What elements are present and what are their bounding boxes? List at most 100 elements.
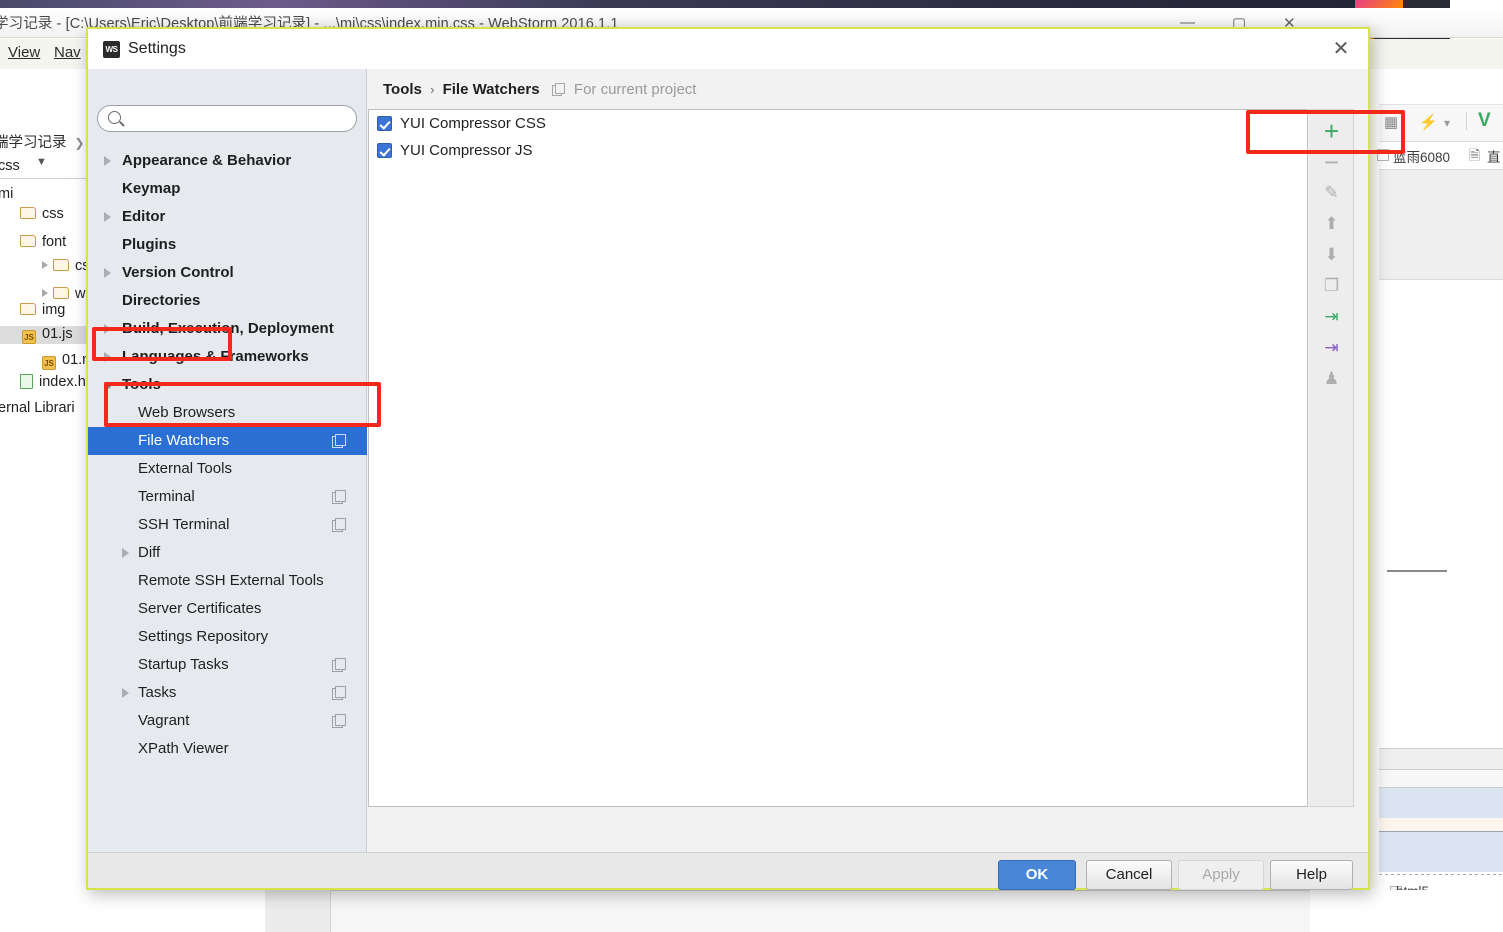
folder-icon bbox=[20, 207, 36, 219]
settings-main-pane: Tools › File Watchers For current projec… bbox=[368, 69, 1368, 852]
settings-tree-item-directories[interactable]: Directories bbox=[88, 287, 367, 315]
settings-sidebar: Appearance & Behavior Keymap Editor Plugins… bbox=[88, 69, 367, 852]
project-tree-item-label: index.ht bbox=[39, 374, 90, 390]
settings-tree-item-label: Web Browsers bbox=[138, 404, 236, 421]
project-scope-icon bbox=[332, 518, 346, 532]
project-tree-item[interactable]: JS 01.js bbox=[0, 326, 86, 344]
cancel-button[interactable]: Cancel bbox=[1086, 860, 1172, 890]
settings-category-tree[interactable]: Appearance & Behavior Keymap Editor Plugins… bbox=[88, 147, 367, 763]
toolbar-divider bbox=[1466, 112, 1467, 130]
grid-icon[interactable]: ▦ bbox=[1384, 113, 1398, 131]
settings-tree-item-appearance-behavior[interactable]: Appearance & Behavior bbox=[88, 147, 367, 175]
close-icon[interactable]: ✕ bbox=[1328, 37, 1354, 63]
settings-tree-item-languages-frameworks[interactable]: Languages & Frameworks bbox=[88, 343, 367, 371]
settings-dialog-title: Settings bbox=[128, 40, 186, 57]
settings-tree-item-diff[interactable]: Diff bbox=[88, 539, 367, 567]
apply-button: Apply bbox=[1178, 860, 1264, 890]
folder-icon bbox=[20, 303, 36, 315]
bolt-icon[interactable]: ⚡ bbox=[1419, 113, 1438, 131]
project-tree-item[interactable]: mi bbox=[0, 186, 13, 202]
chevron-right-icon: ❯ bbox=[74, 136, 85, 150]
settings-tree-item-label: Settings Repository bbox=[138, 628, 269, 645]
project-tree-item[interactable]: ernal Librari bbox=[0, 400, 75, 416]
share-button: ♟ bbox=[1323, 369, 1340, 388]
settings-tree-item-xpath-viewer[interactable]: XPath Viewer bbox=[88, 735, 367, 763]
watcher-enabled-checkbox[interactable] bbox=[377, 143, 392, 158]
settings-dialog-titlebar: WS Settings ✕ bbox=[88, 29, 1368, 69]
settings-tree-item-startup-tasks[interactable]: Startup Tasks bbox=[88, 651, 367, 679]
breadcrumb-leaf: File Watchers bbox=[442, 81, 540, 98]
watcher-enabled-checkbox[interactable] bbox=[377, 116, 392, 131]
right-row-d bbox=[1379, 818, 1503, 832]
menu-item-navigate[interactable]: Nav bbox=[54, 44, 81, 61]
file-watcher-row[interactable]: YUI Compressor CSS bbox=[369, 110, 1307, 137]
search-input[interactable] bbox=[128, 110, 348, 129]
settings-tree-item-label: Appearance & Behavior bbox=[122, 152, 292, 169]
settings-tree-item-build-execution-deployment[interactable]: Build, Execution, Deployment bbox=[88, 315, 367, 343]
chevron-right-icon[interactable] bbox=[122, 548, 129, 558]
remove-watcher-button: − bbox=[1323, 147, 1340, 177]
settings-tree-item-ssh-terminal[interactable]: SSH Terminal bbox=[88, 511, 367, 539]
edit-watcher-button: ✎ bbox=[1324, 183, 1339, 202]
chevron-right-icon[interactable] bbox=[104, 156, 111, 166]
folder-icon bbox=[53, 259, 69, 271]
chevron-right-icon[interactable] bbox=[122, 688, 129, 698]
chevron-right-icon[interactable] bbox=[42, 261, 48, 269]
project-scope-icon bbox=[332, 686, 346, 700]
settings-tree-item-label: Version Control bbox=[122, 264, 234, 281]
ide-bottom-panel bbox=[265, 890, 1310, 932]
project-tree-item-label: font bbox=[42, 234, 67, 250]
folder-icon bbox=[53, 287, 69, 299]
add-watcher-button[interactable]: + bbox=[1309, 116, 1354, 146]
settings-tree-item-version-control[interactable]: Version Control bbox=[88, 259, 367, 287]
project-tree-item[interactable]: font bbox=[20, 234, 66, 250]
settings-tree-item-web-browsers[interactable]: Web Browsers bbox=[88, 399, 367, 427]
project-tree-item-label: 01.js bbox=[42, 326, 73, 342]
chevron-down-icon[interactable]: ▼ bbox=[36, 156, 47, 168]
import-button[interactable]: ⇥ bbox=[1309, 302, 1354, 332]
project-tree-item-label: img bbox=[42, 302, 66, 318]
js-file-icon: JS bbox=[42, 356, 56, 370]
settings-tree-item-file-watchers[interactable]: File Watchers bbox=[88, 427, 367, 455]
settings-tree-item-server-certificates[interactable]: Server Certificates bbox=[88, 595, 367, 623]
project-tree-item[interactable]: img bbox=[20, 302, 65, 318]
chevron-right-icon[interactable] bbox=[104, 212, 111, 222]
menu-item-view[interactable]: View bbox=[8, 44, 40, 61]
breadcrumb-root: Tools bbox=[383, 81, 422, 98]
settings-breadcrumb: Tools › File Watchers For current projec… bbox=[383, 81, 696, 98]
move-up-button: ⬆ bbox=[1324, 214, 1339, 233]
chevron-right-icon[interactable] bbox=[104, 324, 111, 334]
ok-button[interactable]: OK bbox=[998, 860, 1076, 890]
settings-tree-item-label: Tasks bbox=[138, 684, 177, 701]
help-button[interactable]: Help bbox=[1270, 860, 1353, 890]
chevron-down-icon[interactable] bbox=[104, 382, 114, 389]
settings-tree-item-settings-repository[interactable]: Settings Repository bbox=[88, 623, 367, 651]
settings-tree-item-tools[interactable]: Tools bbox=[88, 371, 367, 399]
file-watcher-row[interactable]: YUI Compressor JS bbox=[369, 137, 1307, 164]
settings-tree-item-label: Terminal bbox=[138, 488, 195, 505]
chevron-right-icon[interactable] bbox=[104, 352, 111, 362]
right-name-checkbox[interactable] bbox=[1377, 149, 1389, 161]
chevron-right-icon[interactable] bbox=[104, 268, 111, 278]
settings-dialog: WS Settings ✕ Appearance & Behavior Keyma… bbox=[86, 27, 1370, 890]
project-scope-icon bbox=[332, 490, 346, 504]
project-tree-item-label: ernal Librari bbox=[0, 400, 75, 416]
chevron-right-icon[interactable] bbox=[42, 289, 48, 297]
settings-tree-item-vagrant[interactable]: Vagrant bbox=[88, 707, 367, 735]
settings-tree-item-editor[interactable]: Editor bbox=[88, 203, 367, 231]
project-tree-item[interactable]: css bbox=[20, 206, 64, 222]
chevron-down-icon[interactable]: ▾ bbox=[1444, 116, 1450, 130]
file-watcher-list[interactable]: YUI Compressor CSS YUI Compressor JS bbox=[368, 109, 1308, 807]
settings-tree-item-plugins[interactable]: Plugins bbox=[88, 231, 367, 259]
settings-tree-item-keymap[interactable]: Keymap bbox=[88, 175, 367, 203]
project-scope-icon bbox=[332, 714, 346, 728]
settings-tree-item-tasks[interactable]: Tasks bbox=[88, 679, 367, 707]
settings-search-box[interactable] bbox=[97, 105, 357, 132]
settings-tree-item-terminal[interactable]: Terminal bbox=[88, 483, 367, 511]
export-button[interactable]: ⇥ bbox=[1309, 333, 1354, 363]
project-tree-item[interactable]: index.ht bbox=[20, 374, 90, 390]
settings-tree-item-remote-ssh-external-tools[interactable]: Remote SSH External Tools bbox=[88, 567, 367, 595]
project-tree-item[interactable]: css bbox=[0, 158, 20, 174]
settings-tree-item-external-tools[interactable]: External Tools bbox=[88, 455, 367, 483]
settings-tree-item-label: Tools bbox=[122, 376, 161, 393]
